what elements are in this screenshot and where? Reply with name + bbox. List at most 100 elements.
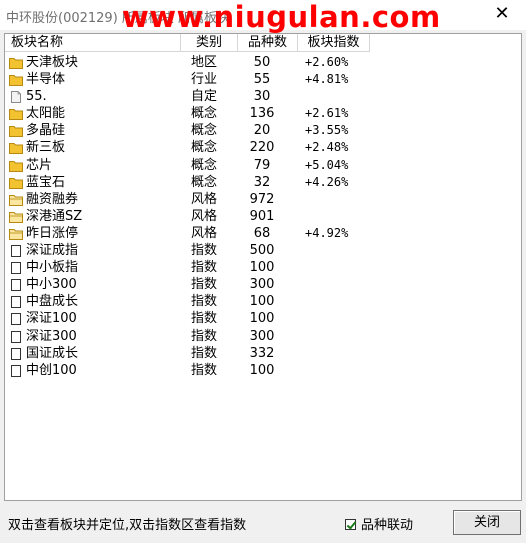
header-sector-name[interactable]: 板块名称	[5, 34, 181, 52]
sector-name: 深证成指	[26, 243, 79, 259]
table-row[interactable]: 中盘成长 指数 100	[5, 293, 521, 310]
sector-list[interactable]: 板块名称 类别 品种数 板块指数 天津板块 地区 50 +2.60% 半导体 行业 55 +4…	[4, 33, 522, 501]
sector-stock-count: 300	[249, 328, 275, 344]
sector-stock-count: 100	[249, 294, 275, 310]
table-row[interactable]: 中小板指 指数 100	[5, 259, 521, 276]
header-category[interactable]: 类别	[181, 34, 238, 52]
watermark-text: www.niugulan.com	[122, 0, 441, 34]
sector-name: 芯片	[26, 157, 53, 173]
folder-icon	[9, 57, 23, 69]
page-icon	[9, 262, 23, 275]
page-icon	[9, 296, 23, 309]
table-row[interactable]: 深港通SZ 风格 901	[5, 208, 521, 225]
open-folder-icon	[9, 228, 23, 240]
sector-category: 指数	[191, 345, 218, 361]
sector-stock-count: 332	[249, 345, 275, 361]
table-row[interactable]: 天津板块 地区 50 +2.60%	[5, 54, 521, 71]
sector-category: 概念	[191, 123, 218, 139]
sector-stock-count: 100	[249, 362, 275, 378]
close-button[interactable]: 关闭	[453, 510, 521, 535]
sector-category: 指数	[191, 328, 218, 344]
page-icon	[9, 279, 23, 292]
open-folder-icon	[9, 194, 23, 206]
table-row[interactable]: 新三板 概念 220 +2.48%	[5, 139, 521, 156]
sector-name: 中盘成长	[26, 294, 79, 310]
sector-category: 风格	[191, 225, 218, 241]
table-row[interactable]: 55. 自定 30	[5, 88, 521, 105]
sector-name: 深证100	[26, 311, 77, 327]
header-stock-count[interactable]: 品种数	[238, 34, 298, 52]
table-row[interactable]: 深证成指 指数 500	[5, 242, 521, 259]
close-icon[interactable]: ✕	[492, 4, 512, 24]
table-row[interactable]: 中小300 指数 300	[5, 276, 521, 293]
sector-index-change: +2.60%	[305, 55, 349, 69]
folder-icon	[9, 177, 23, 189]
sector-name: 国证成长	[26, 345, 79, 361]
table-row[interactable]: 融资融券 风格 972	[5, 191, 521, 208]
sector-index-change: +5.04%	[305, 157, 349, 172]
sector-category: 指数	[191, 243, 218, 259]
sector-stock-count: 100	[249, 260, 275, 276]
sector-index-change: +4.26%	[305, 174, 349, 189]
title-bar: 中环股份(002129) 所属板块 所属板块 www.niugulan.com …	[0, 0, 526, 34]
table-row[interactable]: 昨日涨停 风格 68 +4.92%	[5, 225, 521, 242]
header-sector-index[interactable]: 板块指数	[298, 34, 370, 52]
page-icon	[9, 364, 23, 377]
page-icon	[9, 313, 23, 326]
sector-index-change: +2.48%	[305, 140, 349, 155]
table-row[interactable]: 蓝宝石 概念 32 +4.26%	[5, 174, 521, 191]
folder-icon	[9, 108, 23, 121]
sector-category: 行业	[191, 72, 218, 88]
sector-name: 深港通SZ	[26, 208, 83, 224]
sector-index-change: +4.92%	[305, 225, 349, 240]
open-folder-icon	[9, 211, 23, 223]
sector-stock-count: 500	[249, 243, 275, 259]
sector-category: 概念	[191, 157, 218, 173]
sector-name: 融资融券	[26, 191, 79, 207]
table-row[interactable]: 国证成长 指数 332	[5, 345, 521, 362]
table-row[interactable]: 深证100 指数 100	[5, 310, 521, 327]
sector-category: 地区	[191, 55, 218, 70]
sync-checkbox-label: 品种联动	[361, 518, 414, 533]
sector-stock-count: 32	[253, 174, 271, 190]
sector-category: 指数	[191, 277, 218, 293]
table-row[interactable]: 多晶硅 概念 20 +3.55%	[5, 122, 521, 139]
sector-name: 太阳能	[26, 106, 66, 122]
sector-index-change: +3.55%	[305, 123, 349, 138]
table-body: 天津板块 地区 50 +2.60% 半导体 行业 55 +4.81% 55. 自定 30 太阳能 概念 1…	[5, 54, 521, 379]
sector-stock-count: 220	[249, 140, 275, 156]
page-icon	[9, 245, 23, 258]
sector-stock-count: 100	[249, 311, 275, 327]
sector-category: 指数	[191, 294, 218, 310]
sector-name: 新三板	[26, 140, 66, 156]
table-header: 板块名称 类别 品种数 板块指数	[5, 34, 521, 52]
sector-name: 55.	[26, 89, 47, 105]
sector-stock-count: 901	[249, 208, 275, 224]
sector-dialog: 中环股份(002129) 所属板块 所属板块 www.niugulan.com …	[0, 0, 526, 543]
hint-text: 双击查看板块并定位,双击指数区查看指数	[8, 518, 247, 533]
folder-icon	[9, 142, 23, 155]
sector-stock-count: 30	[253, 89, 271, 105]
sector-stock-count: 55	[253, 72, 271, 88]
sector-name: 天津板块	[26, 55, 79, 70]
sector-category: 概念	[191, 174, 218, 190]
table-row[interactable]: 太阳能 概念 136 +2.61%	[5, 105, 521, 122]
table-row[interactable]: 中创100 指数 100	[5, 362, 521, 379]
sector-name: 多晶硅	[26, 123, 66, 139]
sync-toggle[interactable]: 品种联动	[345, 514, 413, 533]
sector-name: 蓝宝石	[26, 174, 66, 190]
sync-checkbox[interactable]	[345, 519, 356, 530]
sector-category: 指数	[191, 311, 218, 327]
sector-category: 风格	[191, 191, 218, 207]
sector-stock-count: 79	[253, 157, 271, 173]
table-row[interactable]: 半导体 行业 55 +4.81%	[5, 71, 521, 88]
sector-stock-count: 972	[249, 191, 275, 207]
sector-name: 半导体	[26, 72, 66, 88]
sector-stock-count: 20	[253, 123, 271, 139]
table-row[interactable]: 芯片 概念 79 +5.04%	[5, 157, 521, 174]
table-row[interactable]: 深证300 指数 300	[5, 328, 521, 345]
sector-name: 昨日涨停	[26, 225, 79, 241]
page-icon	[9, 347, 23, 360]
page-icon	[9, 330, 23, 343]
sector-name: 深证300	[26, 328, 77, 344]
